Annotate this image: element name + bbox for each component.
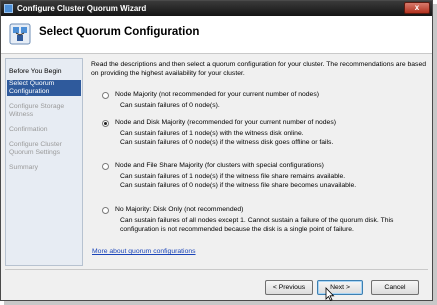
step-before-you-begin: Before You Begin bbox=[9, 68, 62, 75]
radio-node-and-file-share-majority[interactable] bbox=[102, 163, 109, 170]
option-desc-node-majority: Can sustain failures of 0 node(s). bbox=[120, 102, 220, 109]
step-select-quorum-configuration: Select Quorum Configuration bbox=[7, 80, 81, 96]
step-summary: Summary bbox=[9, 164, 39, 171]
wizard-header: Select Quorum Configuration bbox=[1, 16, 432, 54]
radio-selected-dot bbox=[104, 122, 107, 125]
close-button[interactable]: x bbox=[404, 2, 430, 14]
more-about-quorum-link[interactable]: More about quorum configurations bbox=[92, 248, 196, 255]
option-label-no-majority-disk-only[interactable]: No Majority: Disk Only (not recommended) bbox=[115, 206, 243, 214]
page-title: Select Quorum Configuration bbox=[39, 26, 200, 38]
option-desc-no-majority-disk-only: Can sustain failures of all nodes except… bbox=[120, 217, 394, 233]
cluster-wizard-icon bbox=[9, 23, 31, 45]
option-desc-node-and-file-share-majority: Can sustain failures of 1 node(s) if the… bbox=[120, 173, 357, 189]
option-desc-node-and-disk-majority: Can sustain failures of 1 node(s) with t… bbox=[120, 130, 334, 146]
footer-divider bbox=[5, 269, 428, 270]
step-configure-cluster-quorum-settings: Configure Cluster Quorum Settings bbox=[9, 141, 62, 156]
next-button[interactable]: Next > bbox=[317, 280, 363, 295]
step-configure-storage-witness: Configure Storage Witness bbox=[9, 103, 65, 118]
cancel-button[interactable]: Cancel bbox=[371, 280, 419, 295]
window-title: Configure Cluster Quorum Wizard bbox=[17, 4, 147, 13]
title-bar[interactable]: Configure Cluster Quorum Wizard x bbox=[1, 1, 432, 16]
wizard-steps-sidebar: Before You Begin Select Quorum Configura… bbox=[5, 58, 83, 266]
radio-node-and-disk-majority[interactable] bbox=[102, 120, 109, 127]
option-label-node-and-disk-majority[interactable]: Node and Disk Majority (recommended for … bbox=[115, 119, 336, 127]
mouse-pointer-icon bbox=[325, 287, 335, 301]
radio-node-majority[interactable] bbox=[102, 92, 109, 99]
option-label-node-majority[interactable]: Node Majority (not recommended for your … bbox=[115, 91, 319, 99]
option-label-node-and-file-share-majority[interactable]: Node and File Share Majority (for cluste… bbox=[115, 162, 324, 170]
app-icon bbox=[4, 4, 13, 13]
intro-text: Read the descriptions and then select a … bbox=[91, 61, 427, 77]
step-confirmation: Confirmation bbox=[9, 126, 48, 133]
wizard-window: Configure Cluster Quorum Wizard x Select… bbox=[0, 0, 433, 301]
radio-no-majority-disk-only[interactable] bbox=[102, 207, 109, 214]
previous-button[interactable]: < Previous bbox=[265, 280, 313, 295]
